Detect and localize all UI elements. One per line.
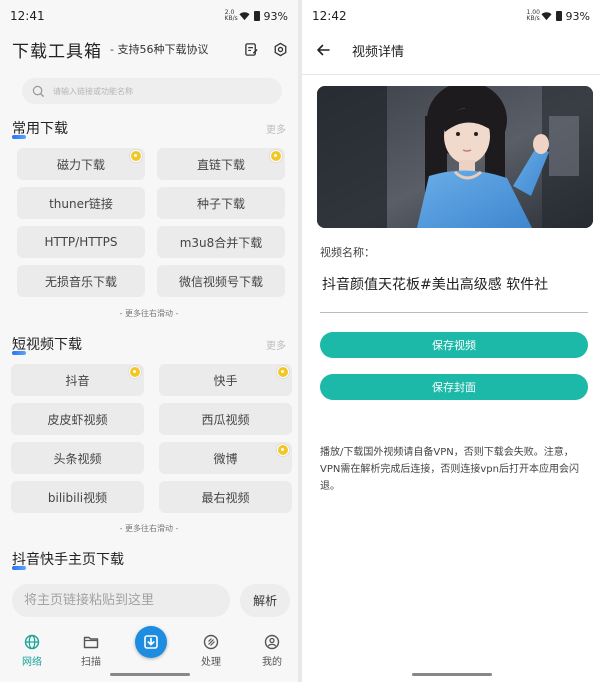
short-video-header: 短视频下载 更多 (12, 334, 286, 355)
video-detail-screen: 12:42 1.00 KB/s 93% 视频详情 视频名称： 抖音颜值天花板#美… (302, 0, 600, 682)
nav-me[interactable]: 我的 (252, 634, 292, 668)
search-bar[interactable] (22, 78, 282, 104)
back-arrow-icon[interactable] (316, 43, 330, 57)
bottom-navigation: 网络 扫描 处理 我的 (0, 626, 298, 670)
settings-gear-icon[interactable] (273, 42, 288, 57)
common-download-grid: 磁力下载 直链下载 thuner链接 种子下载 HTTP/HTTPS m3u8合… (17, 148, 285, 297)
status-bar: 12:41 2.0 KB/s 93% (0, 0, 298, 32)
video-thumbnail[interactable] (317, 86, 593, 228)
torrent-download-button[interactable]: 种子下载 (157, 187, 285, 219)
m3u8-merge-button[interactable]: m3u8合并下载 (157, 226, 285, 258)
globe-icon (24, 634, 40, 650)
swipe-hint-common: - 更多往右滑动 - (119, 309, 179, 318)
battery-level: 93% (263, 9, 288, 23)
video-thumbnail-image (317, 86, 593, 228)
status-time: 12:41 (10, 9, 45, 23)
parse-button[interactable]: 解析 (240, 584, 290, 617)
process-icon (203, 634, 219, 650)
gesture-bar (412, 673, 492, 676)
new-badge-icon (130, 150, 142, 162)
nav-download-fab[interactable] (135, 626, 167, 658)
video-name-value[interactable]: 抖音颜值天花板#美出高级感 软件社 (322, 274, 548, 294)
nav-network[interactable]: 网络 (12, 634, 52, 668)
thunder-link-button[interactable]: thuner链接 (17, 187, 145, 219)
download-icon (144, 635, 158, 649)
network-speed: 1.00 KB/s (526, 9, 540, 22)
app-subtitle: - 支持56种下载协议 (110, 43, 209, 56)
magnet-download-button[interactable]: 磁力下载 (17, 148, 145, 180)
folder-icon (83, 636, 99, 649)
search-input[interactable] (53, 86, 253, 96)
swipe-hint-short-video: - 更多往右滑动 - (119, 524, 179, 533)
vpn-notice: 播放/下载国外视频请自备VPN，否则下载会失败。注意，VPN需在解析完成后连接，… (320, 447, 579, 492)
homepage-paste-row: 解析 (12, 584, 290, 617)
battery-level: 93% (565, 9, 590, 23)
app-title: 下载工具箱 (12, 41, 102, 62)
kuaishou-button[interactable]: 快手 (159, 364, 292, 396)
network-speed: 2.0 KB/s (224, 9, 238, 22)
search-icon (32, 85, 45, 97)
video-name-underline (320, 312, 588, 313)
nav-scan[interactable]: 扫描 (71, 634, 111, 668)
save-video-button[interactable]: 保存视频 (320, 332, 588, 358)
new-badge-icon (277, 444, 289, 456)
section-title-short-video: 短视频下载 (12, 334, 82, 355)
toolbox-screen: 12:41 2.0 KB/s 93% 下载工具箱 - 支持56种下载协议 常用下… (0, 0, 298, 682)
homepage-download-header: 抖音快手主页下载 (12, 549, 286, 570)
more-link-common[interactable]: 更多 (266, 121, 286, 136)
zuiyou-button[interactable]: 最右视频 (159, 481, 292, 513)
short-video-grid: 抖音 快手 皮皮虾视频 西瓜视频 头条视频 微博 bilibili视频 最右视频 (11, 364, 293, 513)
wifi-icon (541, 11, 552, 20)
battery-icon (555, 11, 562, 21)
common-download-header: 常用下载 更多 (12, 118, 286, 139)
new-badge-icon (270, 150, 282, 162)
detail-header: 视频详情 (302, 34, 600, 66)
gesture-bar (110, 673, 190, 676)
battery-icon (253, 11, 260, 21)
header-divider (302, 74, 600, 75)
video-name-label: 视频名称： (320, 246, 375, 259)
nav-process[interactable]: 处理 (191, 634, 231, 668)
status-time: 12:42 (312, 9, 347, 23)
toutiao-button[interactable]: 头条视频 (11, 442, 144, 474)
http-download-button[interactable]: HTTP/HTTPS (17, 226, 145, 258)
wechat-video-button[interactable]: 微信视频号下载 (157, 265, 285, 297)
status-bar: 12:42 1.00 KB/s 93% (302, 0, 600, 32)
section-title-homepage: 抖音快手主页下载 (12, 549, 124, 570)
app-header: 下载工具箱 - 支持56种下载协议 (12, 34, 288, 64)
lossless-music-button[interactable]: 无损音乐下载 (17, 265, 145, 297)
pipixia-button[interactable]: 皮皮虾视频 (11, 403, 144, 435)
user-icon (264, 634, 280, 650)
section-title-common: 常用下载 (12, 118, 68, 139)
bilibili-button[interactable]: bilibili视频 (11, 481, 144, 513)
xigua-button[interactable]: 西瓜视频 (159, 403, 292, 435)
edit-note-icon[interactable] (244, 42, 259, 57)
wifi-icon (239, 11, 250, 20)
new-badge-icon (129, 366, 141, 378)
more-link-short-video[interactable]: 更多 (266, 337, 286, 352)
new-badge-icon (277, 366, 289, 378)
homepage-link-input[interactable] (12, 584, 231, 617)
weibo-button[interactable]: 微博 (159, 442, 292, 474)
page-title: 视频详情 (352, 44, 405, 60)
douyin-button[interactable]: 抖音 (11, 364, 144, 396)
save-cover-button[interactable]: 保存封面 (320, 374, 588, 400)
direct-link-download-button[interactable]: 直链下载 (157, 148, 285, 180)
